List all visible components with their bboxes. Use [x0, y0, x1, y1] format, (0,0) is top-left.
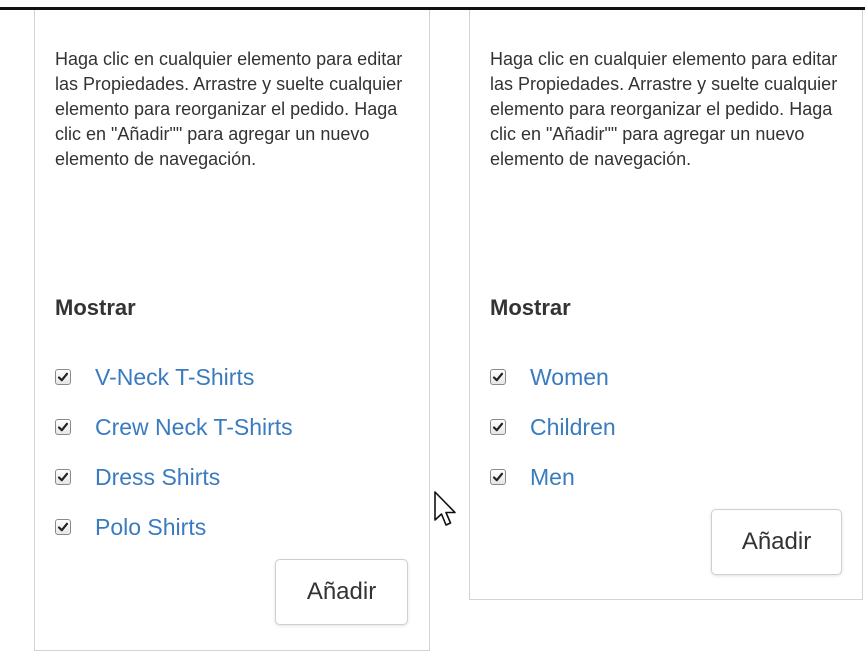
- item-checkbox[interactable]: [55, 469, 71, 485]
- checkmark-icon: [57, 472, 69, 482]
- item-link-v-neck-t-shirts[interactable]: V-Neck T-Shirts: [95, 364, 254, 391]
- checkmark-icon: [57, 522, 69, 532]
- list-item[interactable]: Men: [490, 452, 616, 502]
- list-item[interactable]: Children: [490, 402, 616, 452]
- item-link-dress-shirts[interactable]: Dress Shirts: [95, 464, 220, 491]
- item-checkbox[interactable]: [490, 369, 506, 385]
- checkmark-icon: [57, 422, 69, 432]
- item-link-polo-shirts[interactable]: Polo Shirts: [95, 514, 206, 541]
- add-button[interactable]: Añadir: [275, 559, 408, 625]
- item-checkbox[interactable]: [490, 419, 506, 435]
- panel-description: Haga clic en cualquier elemento para edi…: [55, 49, 403, 169]
- checkmark-icon: [57, 372, 69, 382]
- list-item[interactable]: Women: [490, 352, 616, 402]
- item-checkbox[interactable]: [490, 469, 506, 485]
- list-item[interactable]: Dress Shirts: [55, 452, 293, 502]
- item-link-men[interactable]: Men: [530, 464, 575, 491]
- item-link-crew-neck-t-shirts[interactable]: Crew Neck T-Shirts: [95, 414, 293, 441]
- item-checkbox[interactable]: [55, 419, 71, 435]
- mouse-pointer-icon: [434, 491, 456, 526]
- nav-panel-right: Haga clic en cualquier elemento para edi…: [469, 10, 863, 600]
- nav-item-list: V-Neck T-Shirts Crew Neck T-Shirts Dress…: [55, 352, 293, 552]
- list-item[interactable]: V-Neck T-Shirts: [55, 352, 293, 402]
- nav-panel-left: Haga clic en cualquier elemento para edi…: [34, 10, 430, 651]
- item-link-women[interactable]: Women: [530, 364, 609, 391]
- top-divider: [0, 0, 865, 10]
- list-item[interactable]: Crew Neck T-Shirts: [55, 402, 293, 452]
- checkmark-icon: [492, 472, 504, 482]
- section-title-mostrar: Mostrar: [490, 295, 571, 320]
- item-checkbox[interactable]: [55, 369, 71, 385]
- section-title-mostrar: Mostrar: [55, 295, 136, 320]
- item-link-children[interactable]: Children: [530, 414, 616, 441]
- item-checkbox[interactable]: [55, 519, 71, 535]
- panel-description: Haga clic en cualquier elemento para edi…: [490, 49, 838, 169]
- list-item[interactable]: Polo Shirts: [55, 502, 293, 552]
- checkmark-icon: [492, 422, 504, 432]
- nav-item-list: Women Children Men: [490, 352, 616, 502]
- add-button[interactable]: Añadir: [711, 509, 842, 575]
- checkmark-icon: [492, 372, 504, 382]
